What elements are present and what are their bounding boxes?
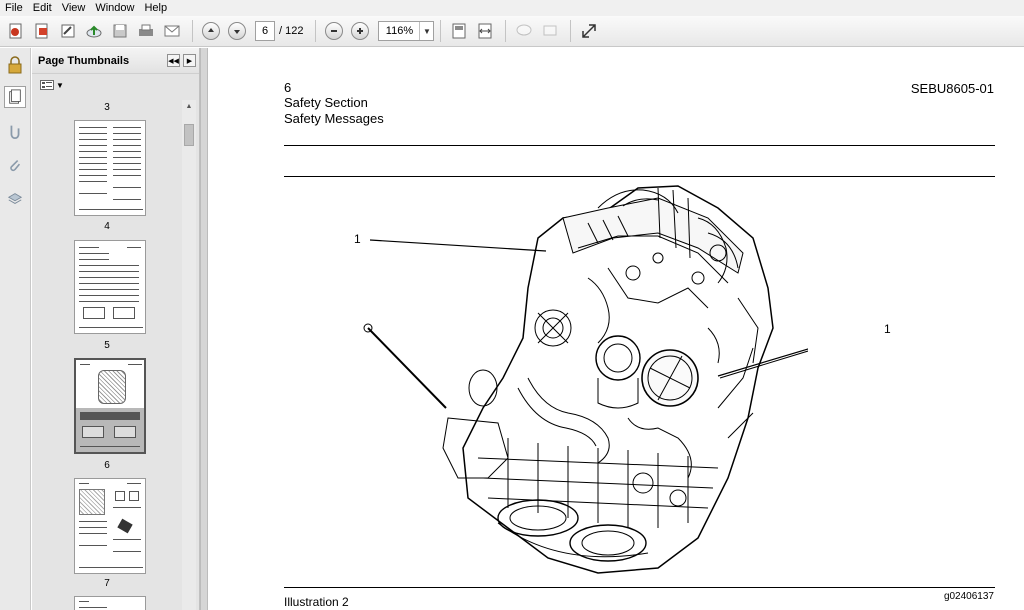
- zoom-in-icon[interactable]: [348, 19, 372, 43]
- page-number-input[interactable]: 6: [255, 21, 275, 41]
- thumbnail-page-4[interactable]: [74, 120, 146, 216]
- thumbnail-page-7[interactable]: [74, 478, 146, 574]
- zoom-out-icon[interactable]: [322, 19, 346, 43]
- panel-title: Page Thumbnails: [38, 54, 130, 67]
- thumbnail-label: 5: [104, 340, 110, 351]
- thumbnail-label: 7: [104, 578, 110, 589]
- highlight-icon[interactable]: [538, 19, 562, 43]
- attachment-icon[interactable]: [4, 120, 26, 142]
- thumbnail-page-8[interactable]: [74, 596, 146, 610]
- page-total: / 122: [279, 25, 304, 37]
- fit-width-icon[interactable]: [473, 19, 497, 43]
- toolbar-separator: [570, 20, 572, 42]
- fullscreen-icon[interactable]: [577, 19, 601, 43]
- comment-icon[interactable]: [512, 19, 536, 43]
- prev-page-icon[interactable]: [199, 19, 223, 43]
- zoom-select[interactable]: 116% ▼: [378, 21, 435, 41]
- caption-rule: [284, 587, 995, 588]
- page-number: 6: [284, 80, 292, 95]
- edit-pdf-icon[interactable]: [30, 19, 54, 43]
- create-pdf-icon[interactable]: [4, 19, 28, 43]
- navigation-rail: [0, 48, 31, 610]
- upload-icon[interactable]: [82, 19, 106, 43]
- thumbnail-list[interactable]: 3 4 5 6 7: [32, 100, 200, 610]
- fit-page-icon[interactable]: [447, 19, 471, 43]
- subsection-title: Safety Messages: [284, 111, 384, 126]
- panel-splitter[interactable]: [200, 48, 208, 610]
- expand-panel-icon[interactable]: ▶: [183, 54, 196, 67]
- thumbnail-label: 4: [104, 221, 110, 232]
- engine-illustration: [363, 185, 808, 574]
- zoom-value: 116%: [385, 25, 414, 37]
- toolbar-separator: [315, 20, 317, 42]
- menu-help[interactable]: Help: [139, 0, 172, 16]
- callout-label: 1: [884, 322, 891, 336]
- print-icon[interactable]: [134, 19, 158, 43]
- save-icon[interactable]: [108, 19, 132, 43]
- menu-bar: File Edit View Window Help: [0, 0, 1024, 16]
- document-page: 6 Safety Section Safety Messages SEBU860…: [208, 48, 1024, 610]
- paperclip-icon[interactable]: [4, 154, 26, 176]
- lock-icon[interactable]: [4, 54, 26, 76]
- next-page-icon[interactable]: [225, 19, 249, 43]
- menu-file[interactable]: File: [0, 0, 28, 16]
- thumbnail-label: 6: [104, 460, 110, 471]
- thumbnails-panel: Page Thumbnails ◀◀ ▶ ▼ 3 4 5 6 7 ▲: [32, 48, 200, 610]
- toolbar-separator: [505, 20, 507, 42]
- toolbar-separator: [192, 20, 193, 42]
- section-title: Safety Section: [284, 95, 368, 110]
- document-code: SEBU8605-01: [910, 81, 994, 96]
- scroll-up-icon[interactable]: ▲: [182, 100, 196, 114]
- sign-icon[interactable]: [56, 19, 80, 43]
- panel-header: Page Thumbnails ◀◀ ▶: [32, 48, 199, 74]
- page-thumbnails-icon[interactable]: [4, 86, 26, 108]
- menu-view[interactable]: View: [57, 0, 91, 16]
- thumbnail-scrollbar[interactable]: ▲: [182, 100, 196, 610]
- toolbar: 6 / 122 116% ▼: [0, 16, 1024, 47]
- header-rule: [284, 145, 995, 146]
- header-rule: [284, 176, 995, 177]
- menu-window[interactable]: Window: [90, 0, 139, 16]
- figure-code: g02406137: [943, 591, 994, 602]
- email-icon[interactable]: [160, 19, 184, 43]
- chevron-down-icon[interactable]: ▼: [419, 22, 433, 40]
- menu-edit[interactable]: Edit: [28, 0, 57, 16]
- thumbnail-options: ▼: [32, 74, 199, 96]
- collapse-panel-icon[interactable]: ◀◀: [167, 54, 180, 67]
- thumbnail-page-6[interactable]: [74, 358, 146, 454]
- thumbnail-page-5[interactable]: [74, 240, 146, 334]
- options-menu-icon[interactable]: ▼: [40, 80, 64, 90]
- scrollbar-thumb[interactable]: [184, 124, 194, 146]
- layers-icon[interactable]: [4, 188, 26, 210]
- figure-caption: Illustration 2: [284, 595, 349, 609]
- thumbnail-label: 3: [104, 102, 110, 113]
- toolbar-separator: [440, 20, 442, 42]
